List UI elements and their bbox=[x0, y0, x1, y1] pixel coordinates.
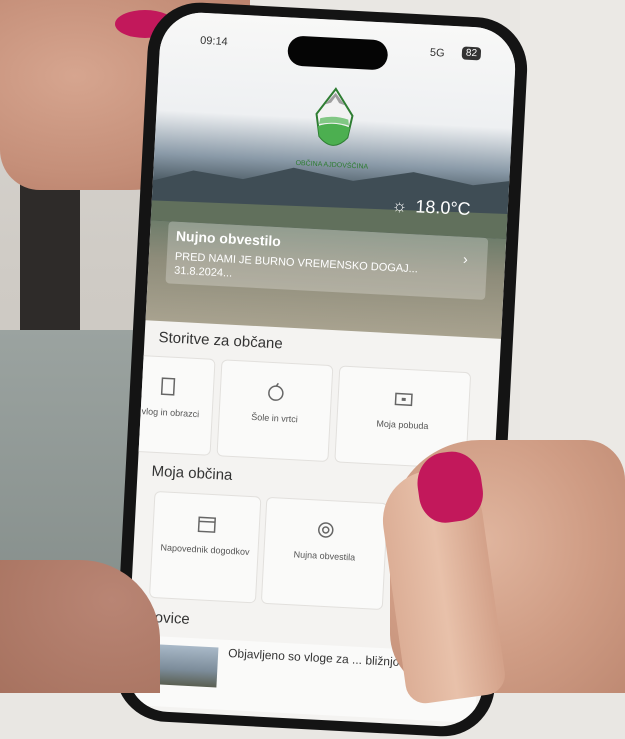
calendar-icon bbox=[197, 516, 216, 533]
status-network: 5G bbox=[429, 46, 445, 60]
notice-title: Nujno obvestilo bbox=[175, 227, 282, 250]
service-tile-label: Moja pobuda bbox=[376, 418, 429, 432]
municipality-tile-alerts[interactable]: Nujna obvestila bbox=[260, 496, 389, 611]
battery-icon: 82 bbox=[461, 46, 482, 61]
service-tile-forms[interactable]: a vlog in obrazci bbox=[125, 354, 216, 456]
municipality-logo: OBČINA AJDOVŠČINA bbox=[295, 87, 369, 171]
apple-icon bbox=[268, 382, 284, 401]
weather-widget: ☼ 18.0°C bbox=[391, 195, 471, 220]
document-icon bbox=[160, 377, 176, 396]
service-tile-label: a vlog in obrazci bbox=[133, 405, 200, 420]
service-tile-schools[interactable]: Šole in vrtci bbox=[216, 359, 334, 463]
municipality-section-title: Moja občina bbox=[151, 462, 233, 484]
municipality-tile-events[interactable]: Napovednik dogodkov bbox=[148, 490, 262, 604]
services-section-title: Storitve za občane bbox=[158, 328, 284, 353]
sun-icon: ☼ bbox=[391, 195, 408, 216]
chevron-right-icon: › bbox=[462, 250, 469, 268]
municipality-tile-label: Nujna obvestila bbox=[293, 549, 356, 563]
municipality-tile-label: Napovednik dogodkov bbox=[160, 542, 250, 558]
service-tile-label: Šole in vrtci bbox=[251, 411, 299, 425]
alert-icon bbox=[318, 522, 334, 538]
notice-text: PRED NAMI JE BURNO VREMENSKO DOGAJ... 31… bbox=[173, 250, 419, 280]
dynamic-island bbox=[287, 35, 389, 71]
temperature-value: 18.0°C bbox=[414, 196, 472, 220]
status-time: 09:14 bbox=[199, 34, 229, 49]
mailbox-icon bbox=[394, 392, 413, 407]
svg-text:OBČINA AJDOVŠČINA: OBČINA AJDOVŠČINA bbox=[295, 158, 368, 171]
